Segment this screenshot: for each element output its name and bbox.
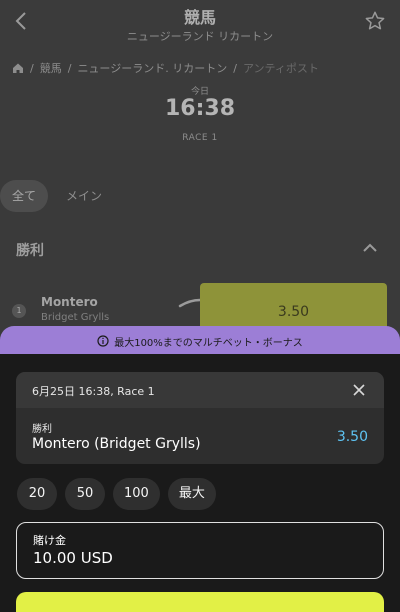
bet-odds: 3.50	[336, 429, 368, 445]
tab-all[interactable]: 全て	[0, 180, 49, 212]
home-icon[interactable]	[12, 62, 24, 74]
quick-stake-20[interactable]: 20	[17, 478, 57, 510]
collapse-market-button[interactable]	[360, 238, 380, 258]
breadcrumb-separator: /	[30, 61, 34, 75]
stake-value[interactable]: 10.00 USD	[33, 549, 113, 567]
breadcrumb-item-racing[interactable]: 競馬	[40, 60, 62, 76]
close-icon	[353, 384, 365, 396]
event-header: 競馬 ニュージーランド リカートン / 競馬 / ニュージーランド. リカートン…	[0, 0, 400, 150]
quick-stake-max[interactable]: 最大	[167, 478, 216, 510]
breadcrumb: / 競馬 / ニュージーランド. リカートン / アンティポスト	[12, 60, 319, 76]
bonus-banner[interactable]: 最大100%までのマルチベット・ボーナス	[0, 326, 400, 356]
bet-card-header: 6月25日 16:38, Race 1	[16, 372, 384, 408]
info-icon	[97, 335, 109, 347]
breadcrumb-item-current: アンティポスト	[242, 62, 319, 75]
runner-number: 1	[12, 304, 26, 318]
breadcrumb-separator: /	[67, 61, 72, 75]
bet-selection: Montero (Bridget Grylls)	[32, 436, 201, 452]
quick-stake-buttons: 20 50 100 最大	[17, 478, 216, 510]
runner-name: Montero	[41, 295, 98, 309]
event-time: 16:38	[164, 96, 236, 121]
star-icon	[365, 11, 385, 30]
remove-bet-button[interactable]	[352, 382, 366, 396]
quick-stake-100[interactable]: 100	[113, 478, 160, 510]
stake-input[interactable]: 賭け金 10.00 USD	[16, 522, 384, 579]
bet-market: 勝利	[32, 424, 52, 435]
breadcrumb-separator: /	[233, 61, 237, 75]
race-label: RACE 1	[182, 133, 218, 143]
breadcrumb-item-venue[interactable]: ニュージーランド. リカートン	[77, 60, 227, 76]
place-bet-button[interactable]	[16, 592, 384, 612]
tab-main[interactable]: メイン	[54, 180, 114, 212]
runner-jockey: Bridget Grylls	[41, 312, 110, 323]
bet-event-line: 6月25日 16:38, Race 1	[32, 385, 155, 398]
market-title: 勝利	[16, 243, 44, 259]
stake-label: 賭け金	[33, 534, 66, 547]
chevron-up-icon	[363, 243, 377, 252]
bet-card: 6月25日 16:38, Race 1 勝利 Montero (Bridget …	[16, 372, 384, 464]
quick-stake-50[interactable]: 50	[65, 478, 105, 510]
bonus-banner-text: 最大100%までのマルチベット・ボーナス	[114, 337, 303, 349]
page-title: 競馬	[183, 8, 216, 27]
runner-odds-button[interactable]: 3.50	[200, 283, 387, 331]
page-subtitle: ニュージーランド リカートン	[126, 30, 274, 43]
favorite-button[interactable]	[364, 10, 390, 36]
market-filter-tabs: 全て メイン	[0, 180, 114, 212]
